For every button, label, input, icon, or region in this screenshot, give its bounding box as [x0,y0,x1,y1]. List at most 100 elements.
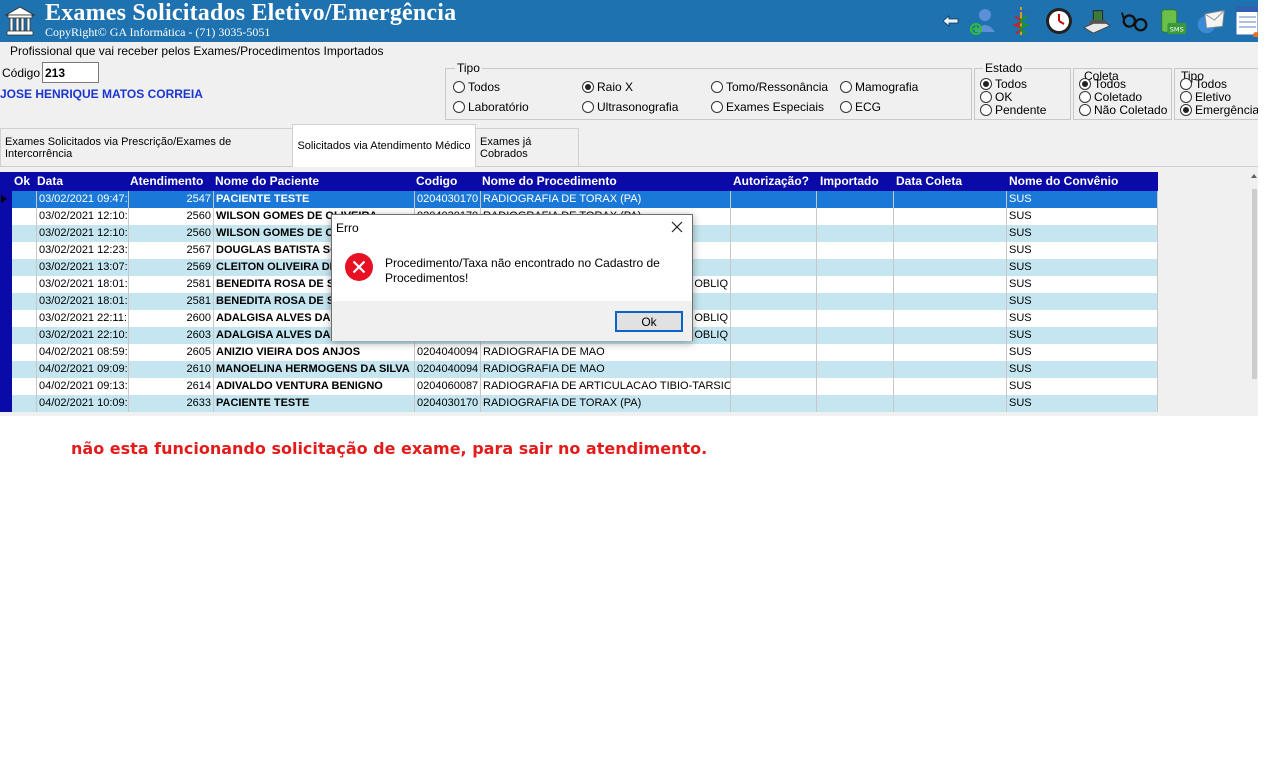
cell-convenio: SUS [1007,361,1158,378]
column-header-ok[interactable]: Ok [14,174,30,188]
coleta-coletado-radio[interactable]: Coletado [1079,90,1142,104]
cell-convenio: SUS [1007,276,1158,293]
column-header-procedimento[interactable]: Nome do Procedimento [482,174,617,188]
cell-autorizacao [731,327,817,344]
radio-indicator [1079,91,1091,103]
estado-todos-radio[interactable]: Todos [980,77,1027,91]
cell-paciente: PACIENTE TESTE [214,191,415,208]
document-stamp-icon[interactable] [1082,5,1112,37]
svg-text:SMS: SMS [1170,25,1184,33]
cell-procedimento: RADIOGRAFIA DE MAO [481,361,731,378]
cell-codigo: 0204040094 [415,344,481,361]
cell-importado [817,208,894,225]
radio-indicator [453,101,465,113]
envelope-globe-icon[interactable] [1196,5,1226,37]
cell-autorizacao [731,225,817,242]
cell-convenio: SUS [1007,259,1158,276]
cell-codigo: 0204060087 [415,378,481,395]
codigo-input[interactable] [42,62,99,83]
tab-exames-prescricao[interactable]: Exames Solicitados via Prescrição/Exames… [0,128,293,166]
cell-ok [12,344,37,361]
back-arrow-icon[interactable] [942,5,960,37]
cell-atendimento: 2581 [129,293,214,310]
tipo-exames-especiais-radio[interactable]: Exames Especiais [711,100,824,114]
annotation-text: não esta funcionando solicitação de exam… [71,439,708,458]
table-row[interactable]: 04/02/2021 10:09: 2633 PACIENTE TESTE 02040… [12,395,1158,412]
tab-atendimento-medico[interactable]: Solicitados via Atendimento Médico [292,124,476,167]
tipo-ecg-radio[interactable]: ECG [840,100,881,114]
tab-exames-cobrados[interactable]: Exames já Cobrados [475,128,579,166]
profissional-label: Profissional que vai receber pelos Exame… [10,44,384,58]
column-header-atendimento[interactable]: Atendimento [130,174,203,188]
cell-ok [12,293,37,310]
cell-convenio: SUS [1007,208,1158,225]
column-header-codigo[interactable]: Codigo [416,174,457,188]
toolbar: SMS [942,3,1258,39]
cell-data: 03/02/2021 22:10:5 [37,327,129,344]
current-row-marker-icon [1,195,7,203]
radio-indicator [711,101,723,113]
radio-indicator [453,81,465,93]
tipo-raiox-radio[interactable]: Raio X [582,80,633,94]
caduceus-icon[interactable] [1006,5,1036,37]
column-header-data-coleta[interactable]: Data Coleta [896,174,962,188]
cell-autorizacao [731,259,817,276]
scroll-thumb[interactable] [1252,189,1257,379]
ok-button[interactable]: Ok [615,311,683,332]
cell-data: 04/02/2021 09:13: [37,378,129,395]
cell-ok [12,208,37,225]
error-icon [345,253,373,281]
cell-data: 04/02/2021 10:09: [37,395,129,412]
error-dialog: Erro Procedimento/Taxa não encontrado no… [331,214,693,341]
column-header-autorizacao[interactable]: Autorização? [733,174,809,188]
cell-ok [12,225,37,242]
tipo-atendimento-emergencia-radio[interactable]: Emergência [1180,103,1258,117]
tipo-atendimento-group: Tipo Todos Eletivo Emergência [1174,68,1258,120]
tipo-laboratorio-radio[interactable]: Laboratório [453,100,529,114]
table-row[interactable]: 04/02/2021 09:09:(2610 MANOELINA HERMOGEN… [12,361,1158,378]
close-icon[interactable] [668,218,686,236]
column-header-importado[interactable]: Importado [820,174,879,188]
tipo-mamografia-radio[interactable]: Mamografia [840,80,918,94]
cell-autorizacao [731,276,817,293]
cell-convenio: SUS [1007,395,1158,412]
vertical-scrollbar[interactable] [1250,172,1258,412]
estado-ok-radio[interactable]: OK [980,90,1012,104]
glasses-icon[interactable] [1120,5,1150,37]
form-icon[interactable] [1234,5,1258,37]
scroll-up-arrow-icon[interactable] [1251,174,1257,178]
column-header-convenio[interactable]: Nome do Convênio [1009,174,1118,188]
coleta-todos-radio[interactable]: Todos [1079,77,1126,91]
cell-procedimento: RADIOGRAFIA DE TORAX (PA) [481,191,731,208]
estado-pendente-radio[interactable]: Pendente [980,103,1046,117]
dialog-title: Erro [336,221,359,235]
grid-header: Ok Data Atendimento Nome do Paciente Cod… [0,172,1158,191]
tipo-tomo-radio[interactable]: Tomo/Ressonância [711,80,828,94]
column-header-data[interactable]: Data [37,174,63,188]
column-header-paciente[interactable]: Nome do Paciente [215,174,319,188]
radio-indicator [1180,91,1192,103]
cell-paciente: ADIVALDO VENTURA BENIGNO [214,378,415,395]
cell-convenio: SUS [1007,378,1158,395]
tipo-legend: Tipo [455,61,482,75]
doctor-name: JOSE HENRIQUE MATOS CORREIA [0,87,203,101]
table-row[interactable]: 03/02/2021 09:47: 2547 PACIENTE TESTE 02040… [12,191,1158,208]
estado-group: Estado Todos OK Pendente [974,61,1071,120]
tipo-todos-radio[interactable]: Todos [453,80,500,94]
table-row[interactable]: 04/02/2021 08:59:1 2605 ANIZIO VIEIRA DOS … [12,344,1158,361]
coleta-nao-coletado-radio[interactable]: Não Coletado [1079,103,1167,117]
cell-data-coleta [894,276,1007,293]
tipo-atendimento-eletivo-radio[interactable]: Eletivo [1180,90,1231,104]
add-user-icon[interactable] [968,5,998,37]
tab-strip: Exames Solicitados via Prescrição/Exames… [0,122,1258,168]
sms-phone-icon[interactable]: SMS [1158,5,1188,37]
radio-indicator [980,78,992,90]
cell-autorizacao [731,242,817,259]
tipo-ultrasonografia-radio[interactable]: Ultrasonografia [582,100,678,114]
dialog-footer: Ok [332,301,692,341]
cell-autorizacao [731,395,817,412]
clock-icon[interactable] [1044,5,1074,37]
tipo-atendimento-todos-radio[interactable]: Todos [1180,77,1227,91]
table-row[interactable]: 04/02/2021 09:13: 2614 ADIVALDO VENTURA BE… [12,378,1158,395]
cell-importado [817,276,894,293]
